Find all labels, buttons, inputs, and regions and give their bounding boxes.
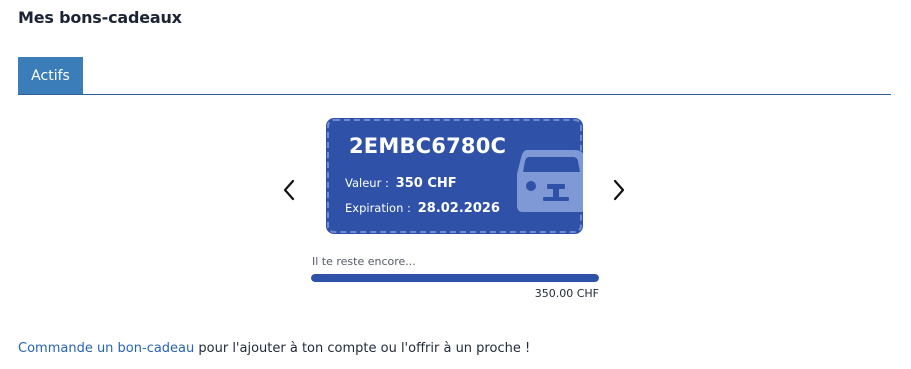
voucher-code: 2EMBC6780C [349,134,507,158]
tab-active[interactable]: Actifs [18,57,83,94]
remaining-label: Il te reste encore... [312,255,416,268]
order-voucher-description: pour l'ajouter à ton compte ou l'offrir … [194,341,531,356]
tab-bar: Actifs [18,57,891,95]
car-icon [517,150,583,212]
voucher-expiry-label: Expiration : [345,201,411,215]
voucher-value-row: Valeur : 350 CHF [345,176,457,191]
gift-vouchers-page: Mes bons-cadeaux Actifs 2EMBC6780C Valeu… [0,0,911,369]
balance-progress-bar [311,274,599,282]
remaining-amount: 350.00 CHF [534,287,599,300]
voucher-value: 350 CHF [395,176,457,191]
page-title: Mes bons-cadeaux [18,8,182,27]
voucher-card[interactable]: 2EMBC6780C Valeur : 350 CHF Expiration :… [326,118,583,234]
chevron-right-icon [613,179,625,201]
voucher-value-label: Valeur : [345,176,389,190]
voucher-expiry-row: Expiration : 28.02.2026 [345,201,500,216]
chevron-left-icon [283,179,295,201]
order-voucher-text: Commande un bon-cadeau pour l'ajouter à … [18,341,530,356]
voucher-expiry: 28.02.2026 [417,201,500,216]
balance-progress-fill [311,274,599,282]
order-voucher-link[interactable]: Commande un bon-cadeau [18,341,194,356]
carousel-next-button[interactable] [607,176,631,204]
carousel-prev-button[interactable] [277,176,301,204]
